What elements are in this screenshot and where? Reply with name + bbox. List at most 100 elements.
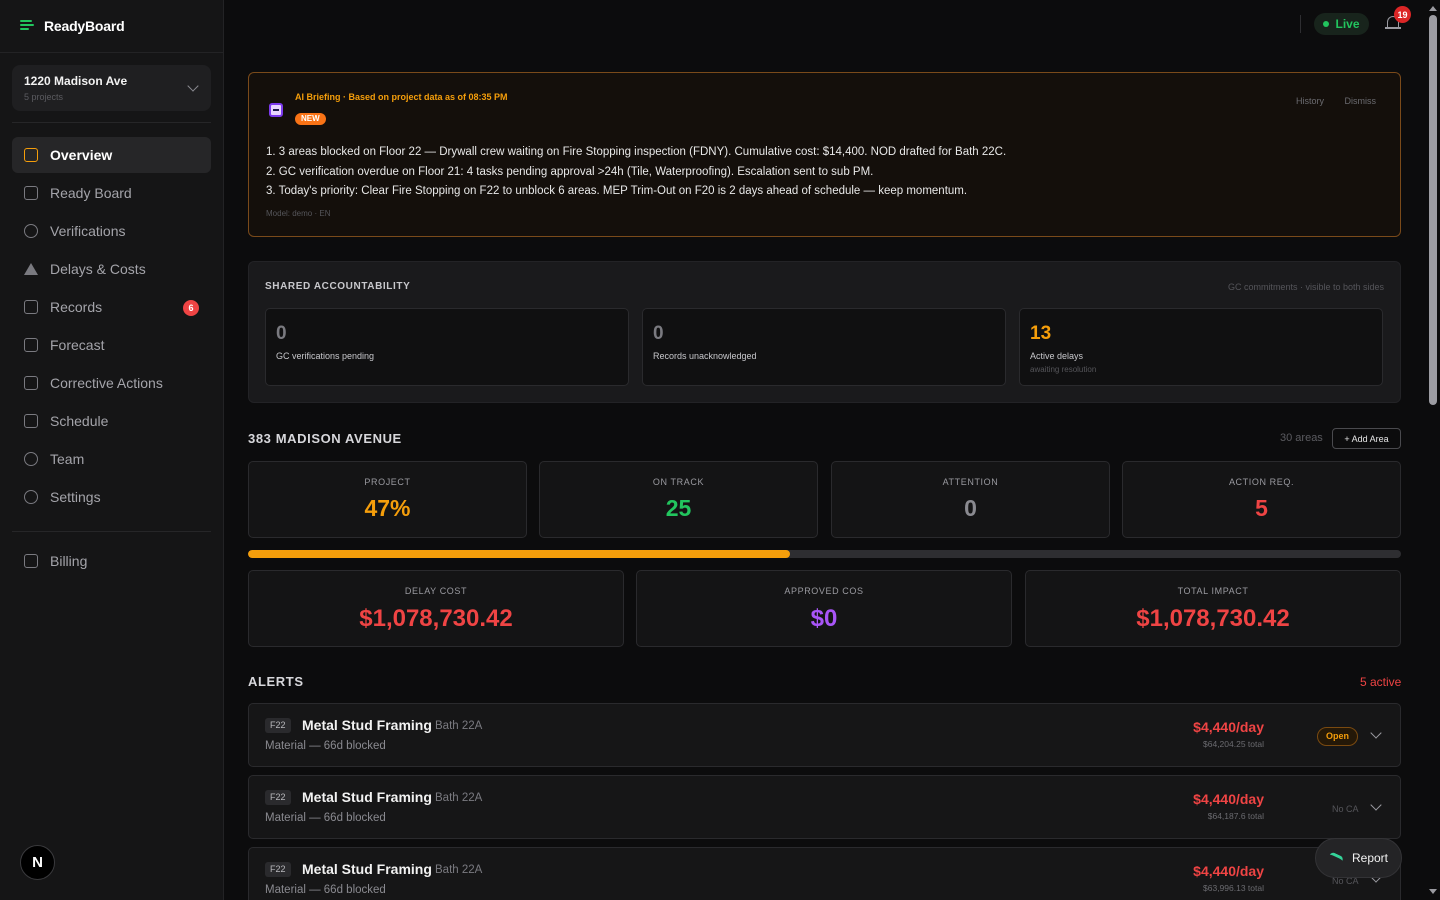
gc-verifications-card[interactable]: 0 GC verifications pending (265, 308, 629, 386)
alert-row[interactable]: F22 Metal Stud Framing Bath 22A Material… (248, 775, 1401, 839)
scale-icon (24, 300, 38, 314)
alert-description: Material — 66d blocked (265, 884, 386, 896)
status-text: No CA (1332, 804, 1359, 814)
sidebar-item-records[interactable]: Records 6 (12, 289, 211, 325)
sidebar-item-overview[interactable]: Overview (12, 137, 211, 173)
alert-location: Bath 22A (435, 864, 483, 876)
briefing-line: 3. Today's priority: Clear Fire Stopping… (266, 185, 968, 197)
alerts-active-count: 5 active (1360, 675, 1402, 689)
stat-label: ACTION REQ. (1228, 477, 1295, 487)
sidebar-item-settings[interactable]: Settings (12, 479, 211, 515)
sidebar-item-corrective-actions[interactable]: Corrective Actions (12, 365, 211, 401)
app-root: ReadyBoard 1220 Madison Ave 5 projects O… (0, 0, 1440, 900)
sidebar-item-ready-board[interactable]: Ready Board (12, 175, 211, 211)
report-button[interactable]: Report (1315, 838, 1402, 878)
sidebar-divider (12, 531, 211, 532)
sidebar-item-verifications[interactable]: Verifications (12, 213, 211, 249)
stat-card-action-req[interactable]: ACTION REQ. 5 (1122, 461, 1401, 538)
users-icon (24, 452, 38, 466)
stat-value: 47% (364, 495, 411, 521)
briefing-line: 1. 3 areas blocked on Floor 22 — Drywall… (266, 146, 1007, 158)
stat-card-on-track[interactable]: ON TRACK 25 (539, 461, 818, 538)
stat-card-project[interactable]: PROJECT 47% (248, 461, 527, 538)
chevron-down-icon[interactable] (1370, 727, 1382, 739)
briefing-lines: 1. 3 areas blocked on Floor 22 — Drywall… (266, 143, 1006, 202)
records-unack-card[interactable]: 0 Records unacknowledged (642, 308, 1006, 386)
alert-location: Bath 22A (435, 720, 483, 732)
floor-tag: F22 (265, 862, 291, 877)
alerts-title: ALERTS (248, 674, 304, 689)
sidebar-item-delays-costs[interactable]: Delays & Costs (12, 251, 211, 287)
sidebar-item-schedule[interactable]: Schedule (12, 403, 211, 439)
sidebar-item-label: Corrective Actions (50, 375, 163, 391)
live-label: Live (1335, 17, 1360, 31)
shared-accountability-panel: SHARED ACCOUNTABILITY GC commitments · v… (248, 261, 1401, 403)
sidebar-item-label: Team (50, 451, 85, 467)
acc-label: Active delays (1030, 351, 1084, 361)
briefing-actions: History Dismiss (1278, 96, 1376, 106)
cost-label: TOTAL IMPACT (1177, 586, 1249, 596)
alert-description: Material — 66d blocked (265, 812, 386, 824)
approved-cos-card[interactable]: APPROVED COS $0 (636, 570, 1012, 647)
active-delays-card[interactable]: 13 Active delays awaiting resolution (1019, 308, 1383, 386)
stat-label: PROJECT (364, 477, 411, 487)
alert-rate: $4,440/day (1193, 863, 1264, 879)
robot-icon (269, 103, 283, 117)
progress-fill (248, 550, 790, 558)
cost-value: $1,078,730.42 (1136, 605, 1290, 632)
sidebar-item-label: Records (50, 299, 103, 315)
briefing-line: 2. GC verification overdue on Floor 21: … (266, 165, 874, 178)
stat-value: 0 (964, 495, 977, 521)
sidebar-item-forecast[interactable]: Forecast (12, 327, 211, 363)
stat-card-attention[interactable]: ATTENTION 0 (831, 461, 1110, 538)
sidebar-item-label: Verifications (50, 223, 126, 239)
brand[interactable]: ReadyBoard (0, 0, 223, 53)
ai-briefing-panel: AI Briefing · Based on project data as o… (248, 72, 1401, 237)
history-button[interactable]: History (1296, 96, 1324, 106)
scrollbar-thumb[interactable] (1429, 15, 1437, 405)
sidebar-item-label: Delays & Costs (50, 261, 146, 277)
acc-value: 13 (1030, 323, 1052, 344)
cost-value: $1,078,730.42 (359, 605, 513, 632)
alert-row[interactable]: F22 Metal Stud Framing Bath 22A Material… (248, 847, 1401, 900)
arrow-left-bar-icon (24, 376, 38, 390)
grid-icon (24, 148, 38, 162)
sidebar-item-billing[interactable]: Billing (12, 543, 211, 579)
total-impact-card[interactable]: TOTAL IMPACT $1,078,730.42 (1025, 570, 1401, 647)
sidebar-item-label: Settings (50, 489, 101, 505)
project-switcher-name: 1220 Madison Ave (24, 74, 128, 88)
project-switcher[interactable]: 1220 Madison Ave 5 projects (12, 65, 211, 111)
scroll-up-icon[interactable] (1429, 6, 1437, 11)
project-progress-bar (248, 550, 1401, 558)
calendar-icon (24, 414, 38, 428)
cost-label: DELAY COST (404, 586, 468, 596)
card-icon (24, 554, 38, 568)
alert-total: $64,187.6 total (1207, 811, 1264, 821)
alert-total: $64,204.25 total (1203, 739, 1264, 749)
warning-icon (24, 263, 38, 275)
sidebar-item-label: Schedule (50, 413, 109, 429)
records-badge: 6 (183, 300, 199, 316)
new-badge: NEW (295, 113, 326, 125)
stat-label: ON TRACK (652, 477, 705, 487)
chevron-down-icon[interactable] (1370, 799, 1382, 811)
acc-label: GC verifications pending (276, 351, 375, 361)
live-status-badge[interactable]: Live (1314, 13, 1369, 35)
shared-note: GC commitments · visible to both sides (1227, 282, 1384, 292)
scroll-down-icon[interactable] (1429, 889, 1437, 894)
sidebar-item-label: Ready Board (50, 185, 132, 201)
sidebar-divider (12, 122, 211, 123)
delay-cost-card[interactable]: DELAY COST $1,078,730.42 (248, 570, 624, 647)
user-avatar[interactable]: N (20, 845, 55, 880)
cost-value: $0 (810, 605, 838, 632)
sidebar-nav: Overview Ready Board Verifications Delay… (12, 137, 211, 517)
notification-count-badge: 19 (1394, 6, 1411, 23)
sidebar-item-team[interactable]: Team (12, 441, 211, 477)
dismiss-button[interactable]: Dismiss (1345, 96, 1377, 106)
acc-label: Records unacknowledged (653, 351, 757, 361)
alert-row[interactable]: F22 Metal Stud Framing Bath 22A Material… (248, 703, 1401, 767)
briefing-header: AI Briefing · Based on project data as o… (295, 92, 508, 102)
status-badge[interactable]: Open (1317, 727, 1359, 746)
add-area-button[interactable]: + Add Area (1332, 428, 1401, 449)
cost-label: APPROVED COS (784, 586, 864, 596)
